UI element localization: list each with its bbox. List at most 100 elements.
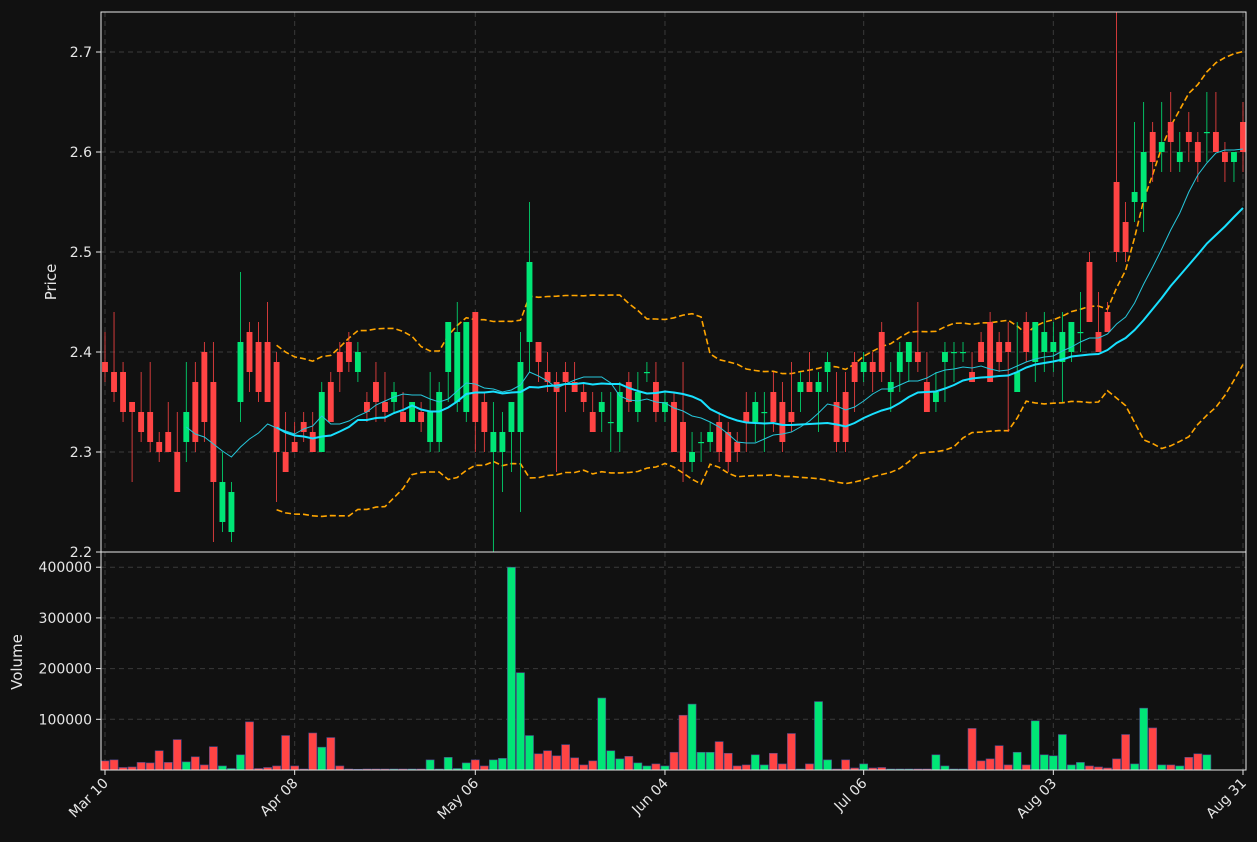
candle-up xyxy=(490,432,497,452)
candle-down xyxy=(1122,222,1129,252)
candle-down xyxy=(833,402,840,442)
candle-up xyxy=(698,442,705,444)
candle-down xyxy=(174,452,181,492)
candle-up xyxy=(219,482,226,522)
volume-bar xyxy=(561,744,570,771)
volume-bar xyxy=(489,759,498,771)
candle-up xyxy=(932,392,939,402)
candle-up xyxy=(616,392,623,432)
candle-down xyxy=(978,342,985,362)
candle-down xyxy=(806,382,813,392)
candle-down xyxy=(165,432,172,452)
candle-down xyxy=(743,412,750,422)
candle-up xyxy=(508,402,515,432)
volume-bar xyxy=(1030,720,1040,771)
volume-bar xyxy=(696,751,706,771)
volume-bar xyxy=(317,746,327,771)
candle-up xyxy=(517,362,524,432)
candle-down xyxy=(246,332,253,372)
volume-bar xyxy=(326,737,336,771)
candle-up xyxy=(1032,322,1039,362)
volume-bar xyxy=(145,762,155,771)
volume-bar xyxy=(1112,758,1121,771)
candle-down xyxy=(535,342,542,362)
candle-down xyxy=(327,382,334,422)
volume-bar xyxy=(461,762,471,771)
candle-down xyxy=(671,402,677,452)
volume-bar xyxy=(1193,753,1203,771)
candle-up xyxy=(183,412,190,442)
volume-bar xyxy=(534,753,543,771)
volume-bar xyxy=(199,764,209,771)
candle-up xyxy=(761,412,768,414)
candle-down xyxy=(987,322,994,382)
volume-bar xyxy=(841,759,850,771)
volume-bar xyxy=(940,765,950,771)
candle-up xyxy=(598,402,605,412)
volume-bar xyxy=(209,746,218,771)
candle-up xyxy=(960,352,966,354)
candle-up xyxy=(887,382,894,392)
candle-up xyxy=(1140,152,1147,202)
candle-up xyxy=(896,352,903,372)
candle-down xyxy=(309,432,316,452)
candle-up xyxy=(436,392,443,442)
volume-tick-label: 200000 xyxy=(39,662,92,678)
volume-bar xyxy=(931,754,941,771)
volume-bar xyxy=(579,764,589,771)
candle-down xyxy=(653,382,659,412)
volume-bar xyxy=(723,752,733,771)
volume-bar xyxy=(236,754,245,771)
volume-bar xyxy=(290,765,300,771)
candle-down xyxy=(373,382,379,402)
price-panel-background xyxy=(101,12,1246,552)
candle-up xyxy=(643,372,650,374)
volume-bar xyxy=(543,750,552,771)
volume-bar xyxy=(1184,757,1194,771)
candle-down xyxy=(472,312,479,422)
volume-bar xyxy=(1003,764,1013,771)
volume-bar xyxy=(109,759,119,771)
volume-bar xyxy=(1012,751,1022,771)
candle-up xyxy=(427,412,434,442)
volume-bar xyxy=(172,739,182,771)
volume-bar xyxy=(714,741,724,771)
volume-bar xyxy=(516,672,525,771)
volume-tick-label: 100000 xyxy=(39,712,92,728)
volume-bar xyxy=(1148,727,1158,771)
volume-bar xyxy=(678,714,688,771)
candle-up xyxy=(1014,372,1021,392)
candle-down xyxy=(255,342,262,392)
candle-down xyxy=(680,422,686,462)
candle-up xyxy=(237,342,244,402)
candle-down xyxy=(770,392,777,422)
volume-bar xyxy=(181,761,191,771)
volume-bar xyxy=(100,760,110,771)
candle-up xyxy=(607,422,614,424)
price-axis-label: Price xyxy=(42,264,60,301)
volume-bar xyxy=(778,763,787,771)
volume-bar xyxy=(651,763,661,771)
volume-bar xyxy=(976,760,986,771)
candle-down xyxy=(273,362,280,452)
candle-down xyxy=(1222,152,1228,162)
volume-bar xyxy=(136,762,146,771)
candle-up xyxy=(1041,332,1048,352)
candle-down xyxy=(282,452,289,472)
candle-up xyxy=(1158,142,1165,152)
candle-down xyxy=(1023,322,1030,352)
candle-up xyxy=(1131,192,1138,202)
volume-bar xyxy=(190,756,200,771)
candle-up xyxy=(1203,132,1210,134)
candle-up xyxy=(689,452,695,462)
candle-up xyxy=(499,432,506,452)
candle-up xyxy=(445,322,452,372)
volume-bar xyxy=(967,728,977,771)
candle-down xyxy=(210,382,217,482)
candle-down xyxy=(589,412,596,432)
candle-down xyxy=(1212,132,1219,152)
volume-bar xyxy=(994,745,1004,771)
volume-bar xyxy=(1157,764,1167,771)
candle-down xyxy=(580,392,587,402)
candle-down xyxy=(851,362,858,382)
